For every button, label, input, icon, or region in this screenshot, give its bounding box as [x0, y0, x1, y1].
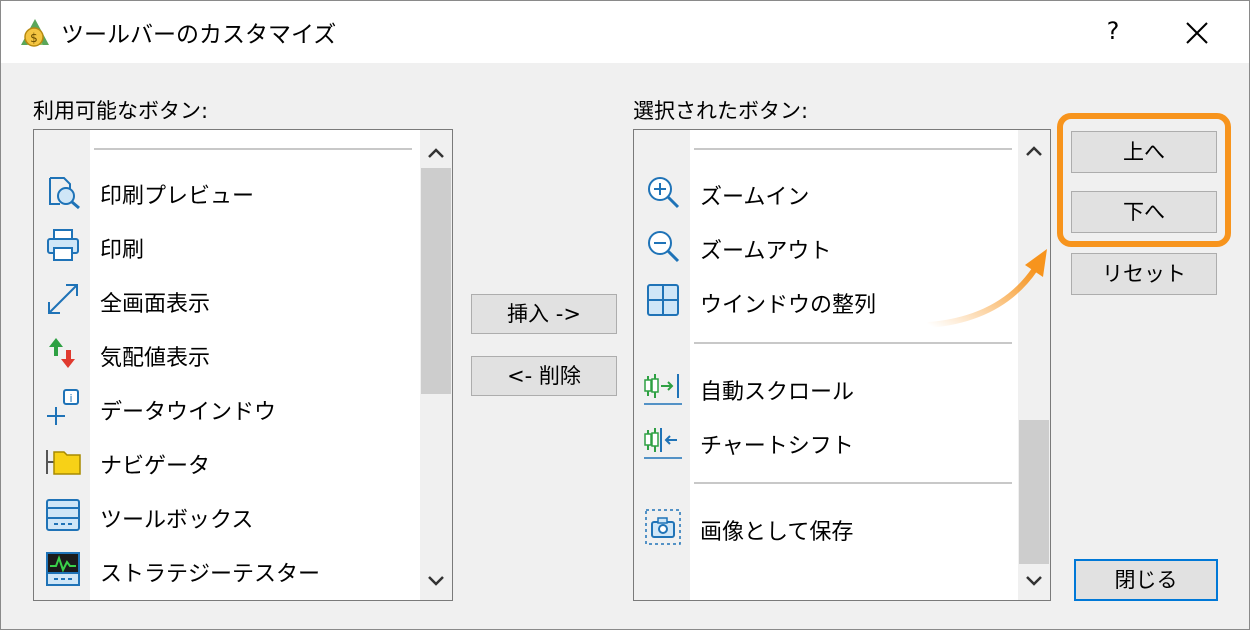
- list-item-label: ウインドウの整列: [700, 293, 877, 318]
- list-item-market-watch[interactable]: 気配値表示: [34, 328, 414, 378]
- insert-button[interactable]: 挿入 ->: [471, 294, 617, 334]
- list-item-label: ズームイン: [700, 185, 810, 210]
- print-preview-icon: [49, 177, 80, 210]
- selected-buttons-list[interactable]: ズームイン ズームアウト ウインドウの整列 自動スクロール チャートシフト 画像…: [633, 129, 1051, 601]
- chevron-up-icon[interactable]: [1018, 136, 1050, 168]
- list-item-label: 自動スクロール: [700, 380, 855, 405]
- chevron-down-icon[interactable]: [1018, 564, 1050, 596]
- chevron-down-icon[interactable]: [420, 564, 452, 596]
- separator: [694, 482, 1012, 484]
- customize-toolbar-dialog: $ ツールバーのカスタマイズ ? 利用可能なボタン: 印刷プレビュー 印刷 全画…: [0, 0, 1250, 630]
- list-item-label: ナビゲータ: [100, 454, 211, 479]
- list-item-fullscreen[interactable]: 全画面表示: [34, 274, 414, 324]
- highlight-frame: [1057, 113, 1231, 247]
- title-bar: $ ツールバーのカスタマイズ ?: [1, 1, 1249, 63]
- app-logo-icon: $: [21, 19, 49, 47]
- available-buttons-label: 利用可能なボタン:: [33, 99, 209, 123]
- chart-shift-icon: [644, 428, 682, 459]
- close-icon[interactable]: [1177, 13, 1217, 53]
- reset-button[interactable]: リセット: [1071, 253, 1217, 295]
- delete-button[interactable]: <- 削除: [471, 356, 617, 396]
- list-item-label: 気配値表示: [100, 346, 211, 371]
- list-item-print-preview[interactable]: 印刷プレビュー: [34, 166, 414, 216]
- zoom-in-icon: [648, 177, 680, 209]
- scroll-thumb[interactable]: [1019, 420, 1049, 564]
- list-item-label: ツールボックス: [100, 508, 254, 533]
- selected-buttons-label: 選択されたボタン:: [633, 99, 809, 123]
- list-item-chart-shift[interactable]: チャートシフト: [634, 416, 1014, 466]
- list-item-zoom-in[interactable]: ズームイン: [634, 167, 1014, 217]
- auto-scroll-icon: [644, 374, 682, 405]
- market-watch-icon: [49, 338, 75, 368]
- scroll-thumb[interactable]: [421, 168, 451, 394]
- list-item-toolbox[interactable]: ツールボックス: [34, 490, 414, 540]
- help-button[interactable]: ?: [1095, 13, 1131, 49]
- list-item-label: チャートシフト: [700, 434, 854, 459]
- list-item-strategy-tester[interactable]: ストラテジーテスター: [34, 544, 414, 594]
- svg-text:$: $: [30, 31, 38, 45]
- list-item-label: 画像として保存: [700, 520, 854, 545]
- chevron-up-icon[interactable]: [420, 138, 452, 170]
- list-item-label: 印刷: [100, 238, 145, 263]
- zoom-out-icon: [648, 231, 680, 263]
- highlight-arrow-icon: [926, 249, 1047, 328]
- save-as-picture-icon: [645, 509, 681, 545]
- available-list-scrollbar[interactable]: [420, 130, 452, 600]
- close-button[interactable]: 閉じる: [1074, 559, 1218, 601]
- list-item-auto-scroll[interactable]: 自動スクロール: [634, 362, 1014, 412]
- tile-windows-icon: [647, 284, 679, 316]
- toolbox-icon: [46, 499, 80, 531]
- strategy-tester-icon: [46, 552, 80, 586]
- list-item-print[interactable]: 印刷: [34, 220, 414, 270]
- fullscreen-icon: [48, 284, 78, 314]
- svg-text:i: i: [69, 392, 72, 405]
- list-item-label: データウインドウ: [100, 400, 277, 425]
- list-item-label: ズームアウト: [700, 239, 832, 264]
- separator: [94, 148, 412, 150]
- navigator-icon: [46, 450, 81, 475]
- separator: [694, 342, 1012, 344]
- data-window-icon: i: [47, 389, 79, 425]
- printer-icon: [47, 229, 79, 261]
- selected-list-scrollbar[interactable]: [1018, 130, 1050, 600]
- separator: [694, 148, 1012, 150]
- list-item-label: 全画面表示: [100, 292, 211, 317]
- list-item-data-window[interactable]: i データウインドウ: [34, 382, 414, 432]
- list-item-save-as-picture[interactable]: 画像として保存: [634, 502, 1014, 552]
- list-item-label: 印刷プレビュー: [100, 184, 255, 209]
- available-buttons-list[interactable]: 印刷プレビュー 印刷 全画面表示 気配値表示 i データウインドウ ナビゲータ …: [33, 129, 453, 601]
- list-item-navigator[interactable]: ナビゲータ: [34, 436, 414, 486]
- list-item-label: ストラテジーテスター: [100, 562, 321, 587]
- window-title: ツールバーのカスタマイズ: [61, 22, 337, 48]
